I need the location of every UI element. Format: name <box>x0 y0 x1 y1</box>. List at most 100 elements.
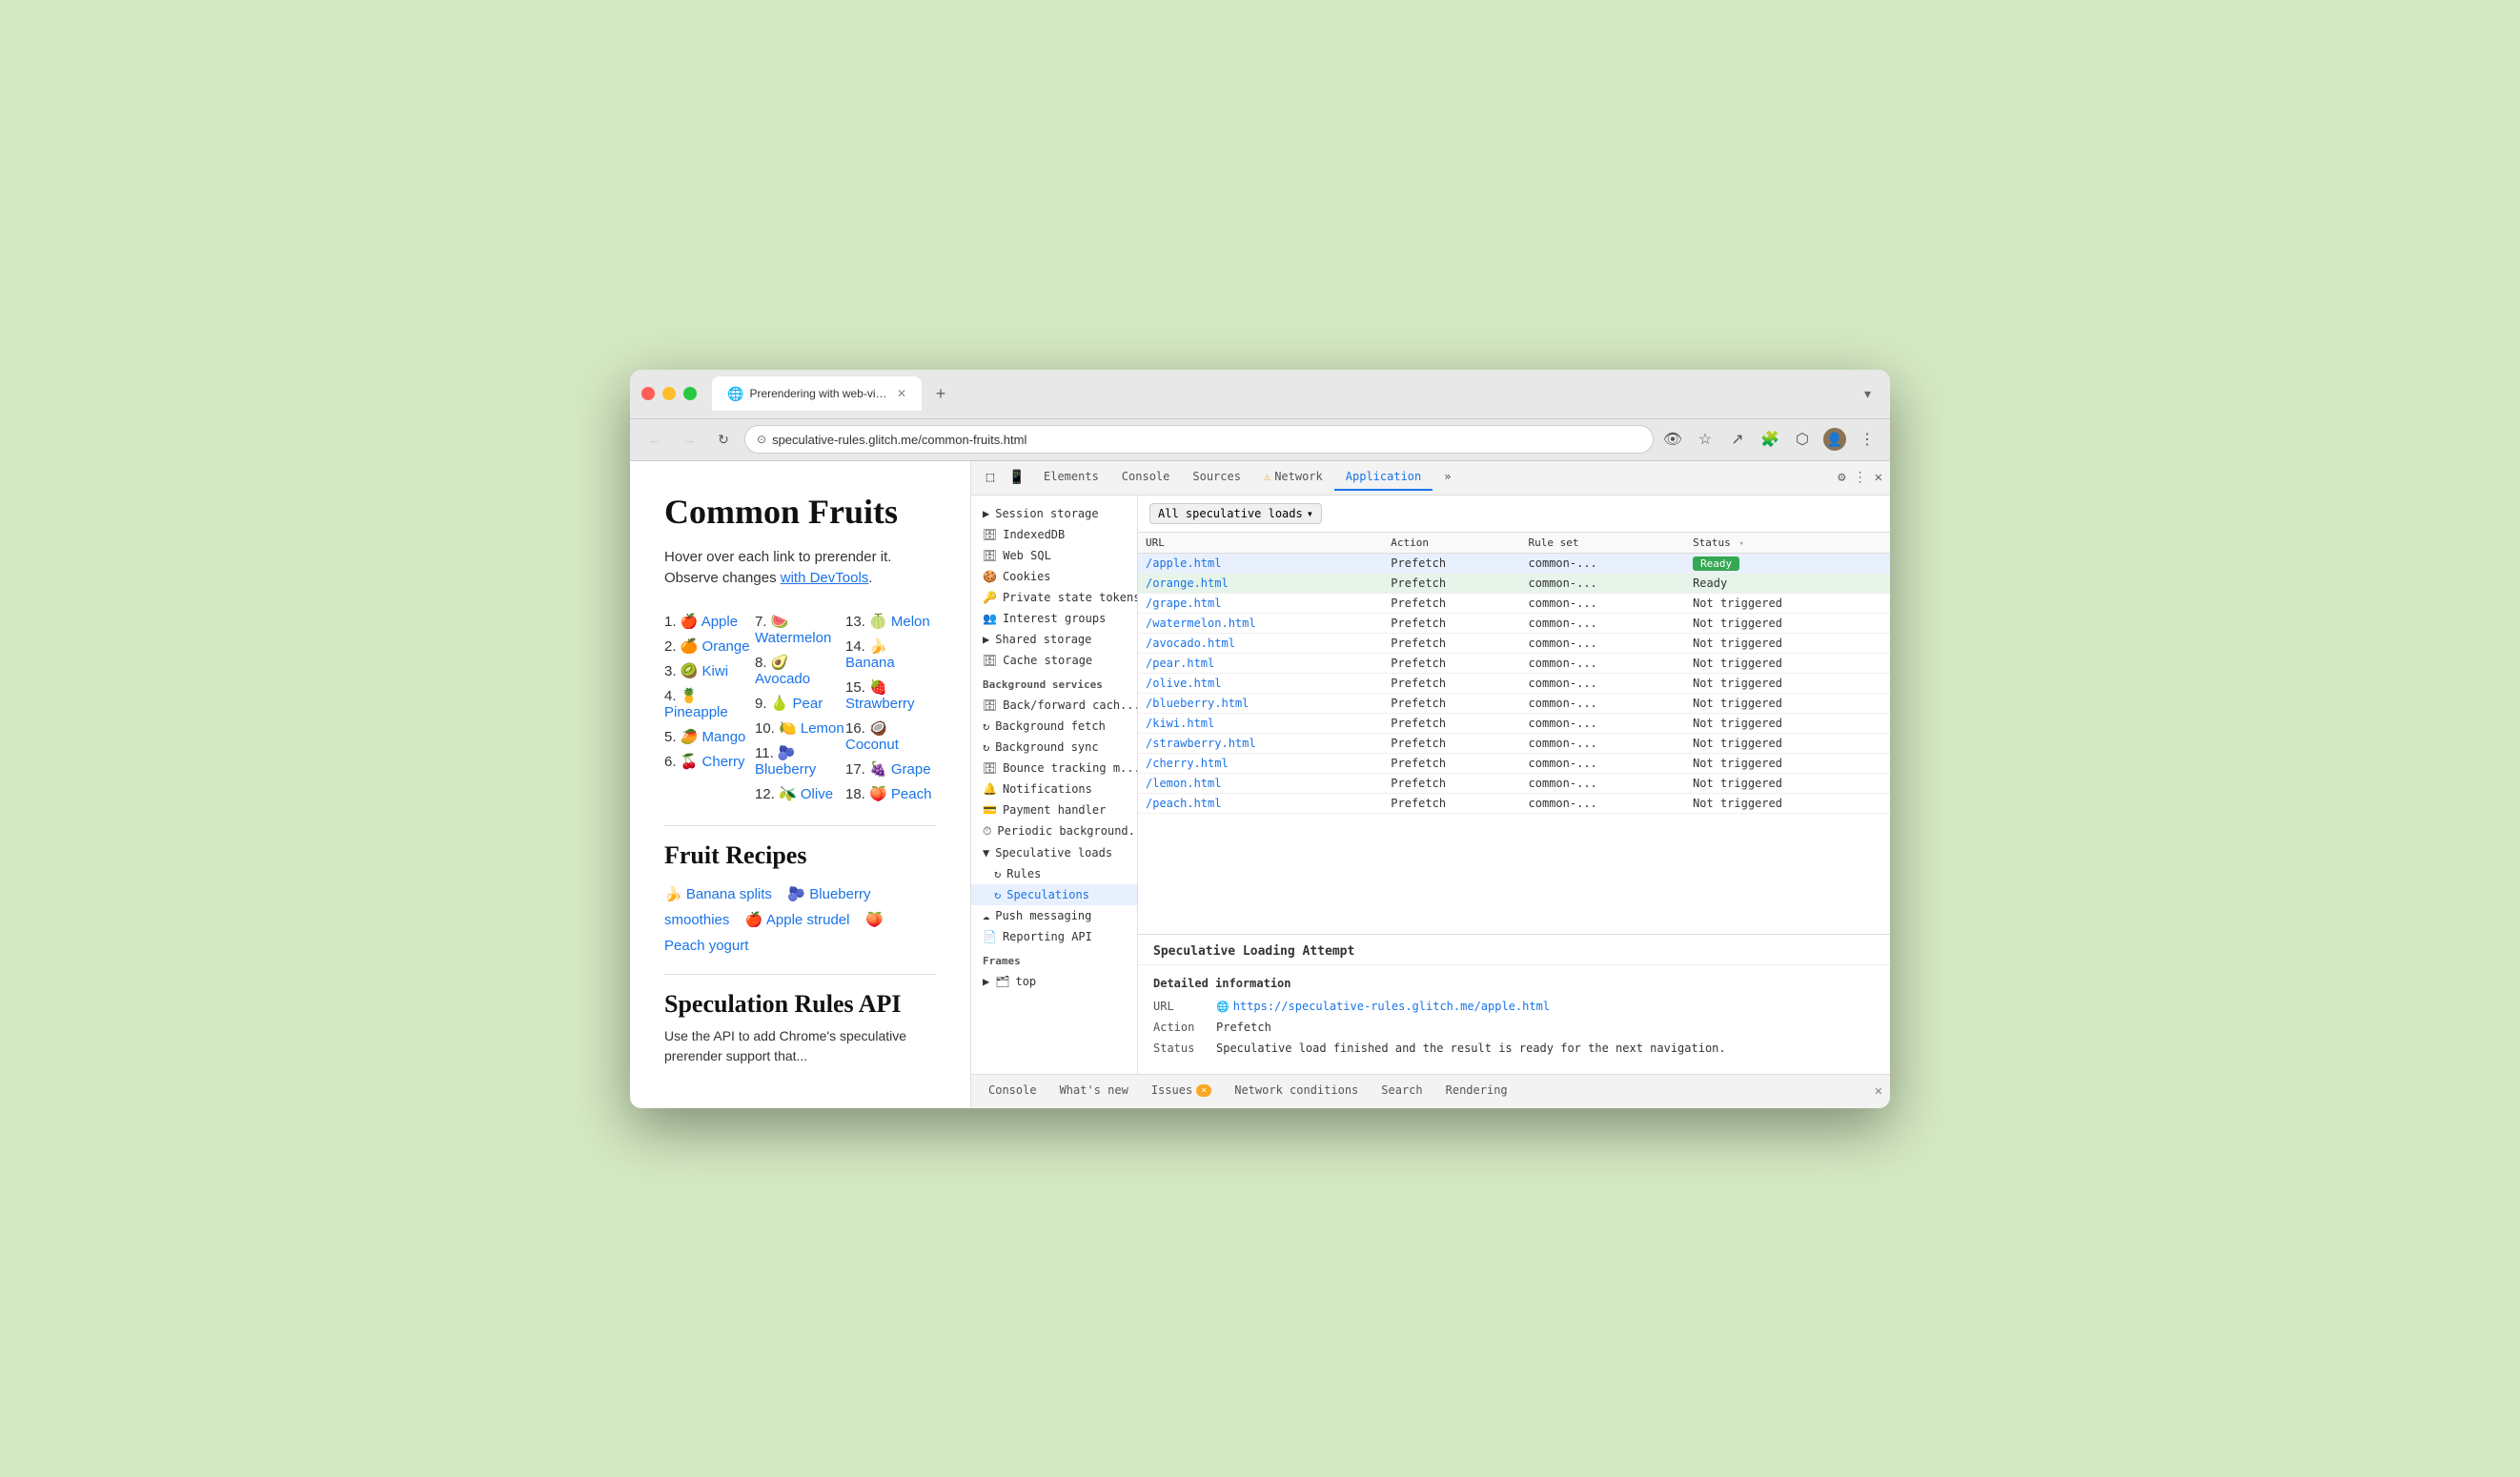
sidebar-item-bg-sync[interactable]: ↻ Background sync <box>971 737 1137 758</box>
sidebar-item-notifications[interactable]: 🔔 Notifications <box>971 779 1137 799</box>
table-row[interactable]: /olive.htmlPrefetchcommon-...Not trigger… <box>1138 673 1890 693</box>
tab-console[interactable]: Console <box>1110 464 1182 491</box>
sidebar-item-speculations[interactable]: ↻ Speculations <box>971 884 1137 905</box>
tab-application[interactable]: Application <box>1334 464 1433 491</box>
sidebar-item-bounce-tracking[interactable]: 🗄 Bounce tracking m... <box>971 758 1137 779</box>
recipe-banana[interactable]: 🍌 Banana splits <box>664 886 772 902</box>
cell-url: /strawberry.html <box>1138 733 1383 753</box>
drawer-tab-network-conditions[interactable]: Network conditions <box>1225 1080 1368 1103</box>
back-button[interactable]: ← <box>641 426 668 453</box>
table-row[interactable]: /kiwi.htmlPrefetchcommon-...Not triggere… <box>1138 713 1890 733</box>
sidebar-item-cache-storage[interactable]: 🗄 Cache storage <box>971 650 1137 671</box>
sidebar-item-payment[interactable]: 💳 Payment handler <box>971 799 1137 820</box>
tab-elements[interactable]: Elements <box>1032 464 1110 491</box>
table-row[interactable]: /blueberry.htmlPrefetchcommon-...Not tri… <box>1138 693 1890 713</box>
devtools-close-icon[interactable]: ✕ <box>1875 470 1882 485</box>
tab-more[interactable]: » <box>1433 464 1462 491</box>
cell-action: Prefetch <box>1383 693 1520 713</box>
more-options-icon[interactable]: ⋮ <box>1854 470 1867 485</box>
sidebar-item-rules[interactable]: ↻ Rules <box>971 863 1137 884</box>
drawer-tab-whats-new[interactable]: What's new <box>1050 1080 1138 1103</box>
sidebar-item-session-storage[interactable]: ▶ Session storage <box>971 503 1137 524</box>
table-row[interactable]: /watermelon.htmlPrefetchcommon-...Not tr… <box>1138 613 1890 633</box>
forward-button[interactable]: → <box>676 426 702 453</box>
col-status[interactable]: Status ▾ <box>1685 533 1890 554</box>
extension-icon[interactable]: 🧩 <box>1758 428 1781 451</box>
detail-panel-content: Detailed information URL https://specula… <box>1138 965 1890 1074</box>
sidebar-item-reporting-api[interactable]: 📄 Reporting API <box>971 926 1137 947</box>
drawer-tab-issues[interactable]: Issues × <box>1142 1080 1221 1103</box>
table-row[interactable]: /peach.htmlPrefetchcommon-...Not trigger… <box>1138 793 1890 813</box>
sidebar-item-top[interactable]: ▶ 🗂 top <box>971 971 1137 992</box>
share-icon[interactable]: ↗ <box>1726 428 1749 451</box>
sidebar-item-indexeddb[interactable]: 🗄 IndexedDB <box>971 524 1137 545</box>
minimize-button[interactable] <box>662 387 676 400</box>
sidebar-item-push-messaging[interactable]: ☁ Push messaging <box>971 905 1137 926</box>
col-action[interactable]: Action <box>1383 533 1520 554</box>
sidebar-item-web-sql[interactable]: 🗄 Web SQL <box>971 545 1137 566</box>
new-tab-button[interactable]: + <box>927 380 954 407</box>
cell-action: Prefetch <box>1383 553 1520 573</box>
tab-dropdown-button[interactable]: ▾ <box>1857 382 1879 406</box>
sidebar-item-interest-groups[interactable]: 👥 Interest groups <box>971 608 1137 629</box>
settings-icon[interactable]: ⚙ <box>1838 470 1845 485</box>
more-menu-icon[interactable]: ⋮ <box>1856 428 1879 451</box>
dt-inspect-icon[interactable]: ⬚ <box>979 466 1002 489</box>
drawer-tab-rendering[interactable]: Rendering <box>1436 1080 1517 1103</box>
sidebar-item-back-forward[interactable]: 🗄 Back/forward cach... <box>971 695 1137 716</box>
devtools-icon[interactable]: ⬡ <box>1791 428 1814 451</box>
divider-2 <box>664 974 936 975</box>
cell-url: /kiwi.html <box>1138 713 1383 733</box>
avatar[interactable]: 👤 <box>1823 428 1846 451</box>
recipes-title: Fruit Recipes <box>664 841 936 870</box>
drawer-tab-search[interactable]: Search <box>1372 1080 1432 1103</box>
cell-rule-set: common-... <box>1521 553 1686 573</box>
table-row[interactable]: /cherry.htmlPrefetchcommon-...Not trigge… <box>1138 753 1890 773</box>
sidebar-item-bg-fetch[interactable]: ↻ Background fetch <box>971 716 1137 737</box>
detail-url-value[interactable]: https://speculative-rules.glitch.me/appl… <box>1216 1000 1550 1013</box>
list-item: 13. 🍈 Melon <box>845 609 936 634</box>
browser-tab[interactable]: 🌐 Prerendering with web-vitals... ✕ <box>712 376 922 411</box>
periodic-icon: ⏱ <box>983 824 991 839</box>
recipe-apple[interactable]: 🍎 Apple strudel <box>745 912 850 928</box>
table-row[interactable]: /lemon.htmlPrefetchcommon-...Not trigger… <box>1138 773 1890 793</box>
sidebar-item-shared-storage[interactable]: ▶ Shared storage <box>971 629 1137 650</box>
sort-arrow-icon: ▾ <box>1738 539 1743 549</box>
sidebar-item-private-state-tokens[interactable]: 🔑 Private state tokens <box>971 587 1137 608</box>
list-item: 16. 🥥 Coconut <box>845 716 936 757</box>
refresh-button[interactable]: ↻ <box>710 426 737 453</box>
url-bar[interactable]: ⊙ speculative-rules.glitch.me/common-fru… <box>744 425 1654 454</box>
table-row[interactable]: /avocado.htmlPrefetchcommon-...Not trigg… <box>1138 633 1890 653</box>
page-title: Common Fruits <box>664 492 936 532</box>
cell-action: Prefetch <box>1383 633 1520 653</box>
table-row[interactable]: /pear.htmlPrefetchcommon-...Not triggere… <box>1138 653 1890 673</box>
sidebar-item-cookies[interactable]: 🍪 Cookies <box>971 566 1137 587</box>
tab-network[interactable]: ⚠ Network <box>1252 464 1334 491</box>
sidebar-item-periodic-bg[interactable]: ⏱ Periodic background... <box>971 820 1137 842</box>
col-rule-set[interactable]: Rule set <box>1521 533 1686 554</box>
tab-sources[interactable]: Sources <box>1181 464 1252 491</box>
eye-slash-icon[interactable]: 👁 <box>1661 428 1684 451</box>
table-row[interactable]: /apple.htmlPrefetchcommon-...Ready <box>1138 553 1890 573</box>
list-item: 1. 🍎 Apple <box>664 609 755 634</box>
cell-rule-set: common-... <box>1521 613 1686 633</box>
bookmark-icon[interactable]: ☆ <box>1694 428 1717 451</box>
close-button[interactable] <box>641 387 655 400</box>
table-row[interactable]: /strawberry.htmlPrefetchcommon-...Not tr… <box>1138 733 1890 753</box>
col-url[interactable]: URL <box>1138 533 1383 554</box>
detail-url-row: URL https://speculative-rules.glitch.me/… <box>1153 1000 1875 1013</box>
table-row[interactable]: /grape.htmlPrefetchcommon-...Not trigger… <box>1138 593 1890 613</box>
maximize-button[interactable] <box>683 387 697 400</box>
table-row[interactable]: /orange.htmlPrefetchcommon-...Ready <box>1138 573 1890 593</box>
devtools-link[interactable]: with DevTools <box>781 570 869 586</box>
dt-device-icon[interactable]: 📱 <box>1006 466 1028 489</box>
drawer-tab-console[interactable]: Console <box>979 1080 1047 1103</box>
address-bar: ← → ↻ ⊙ speculative-rules.glitch.me/comm… <box>630 419 1890 461</box>
tab-close-icon[interactable]: ✕ <box>897 387 906 400</box>
cell-action: Prefetch <box>1383 573 1520 593</box>
speculative-filter-dropdown[interactable]: All speculative loads ▾ <box>1149 503 1322 524</box>
devtools-panel: ⬚ 📱 Elements Console Sources ⚠ Network A… <box>971 461 1890 1108</box>
sidebar-label: Speculative loads <box>995 846 1112 860</box>
sidebar-item-speculative-loads[interactable]: ▼ Speculative loads <box>971 842 1137 863</box>
drawer-close-button[interactable]: ✕ <box>1875 1083 1882 1099</box>
